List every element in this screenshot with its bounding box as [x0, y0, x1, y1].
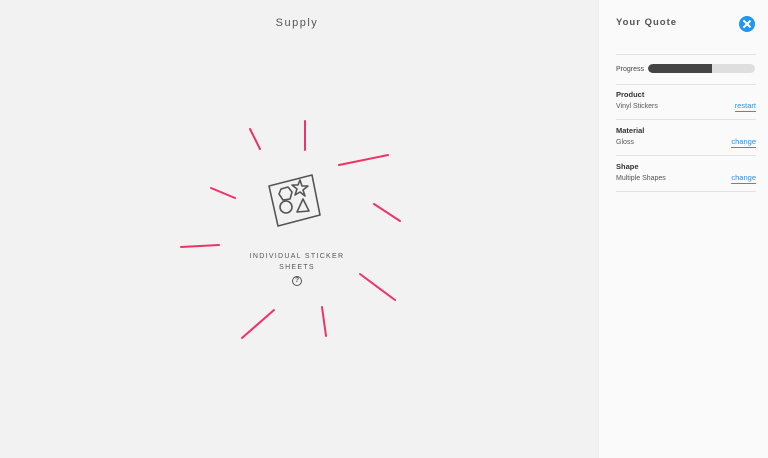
burst-ray [180, 244, 220, 248]
row-value: Gloss [616, 139, 634, 146]
option-individual-sticker-sheets[interactable]: INDIVIDUAL STICKER SHEETS ? [230, 170, 364, 295]
row-label: Shape [616, 162, 639, 171]
divider [616, 54, 756, 55]
change-shape-link[interactable]: change [731, 173, 756, 184]
progress-fill [648, 64, 713, 73]
burst-ray [338, 154, 389, 166]
row-label: Material [616, 126, 645, 135]
divider [616, 84, 756, 85]
progress-label: Progress [616, 66, 645, 73]
close-icon[interactable] [739, 16, 755, 32]
burst-ray [359, 273, 396, 301]
option-label-line1: INDIVIDUAL STICKER [249, 253, 345, 260]
help-icon[interactable]: ? [292, 276, 302, 286]
burst-ray [249, 128, 261, 150]
row-value: Vinyl Stickers [616, 103, 658, 110]
divider [616, 119, 756, 120]
option-label-line2: SHEETS [279, 264, 315, 271]
main-panel: Supply INDIVIDUAL STICKER SHEETS ? [0, 0, 600, 458]
restart-link[interactable]: restart [734, 101, 756, 112]
quote-sidebar: Your Quote Progress Product Vinyl Sticke… [598, 0, 768, 458]
sticker-sheet-icon [268, 174, 321, 227]
divider [616, 191, 756, 192]
burst-ray [321, 306, 327, 337]
burst-ray [373, 203, 401, 222]
row-value: Multiple Shapes [616, 175, 666, 182]
sidebar-title: Your Quote [616, 17, 678, 28]
row-label: Product [616, 90, 645, 99]
divider [616, 155, 756, 156]
change-material-link[interactable]: change [731, 137, 756, 148]
burst-ray [241, 309, 275, 339]
progress-bar [648, 64, 755, 73]
option-label: INDIVIDUAL STICKER SHEETS [230, 251, 364, 273]
